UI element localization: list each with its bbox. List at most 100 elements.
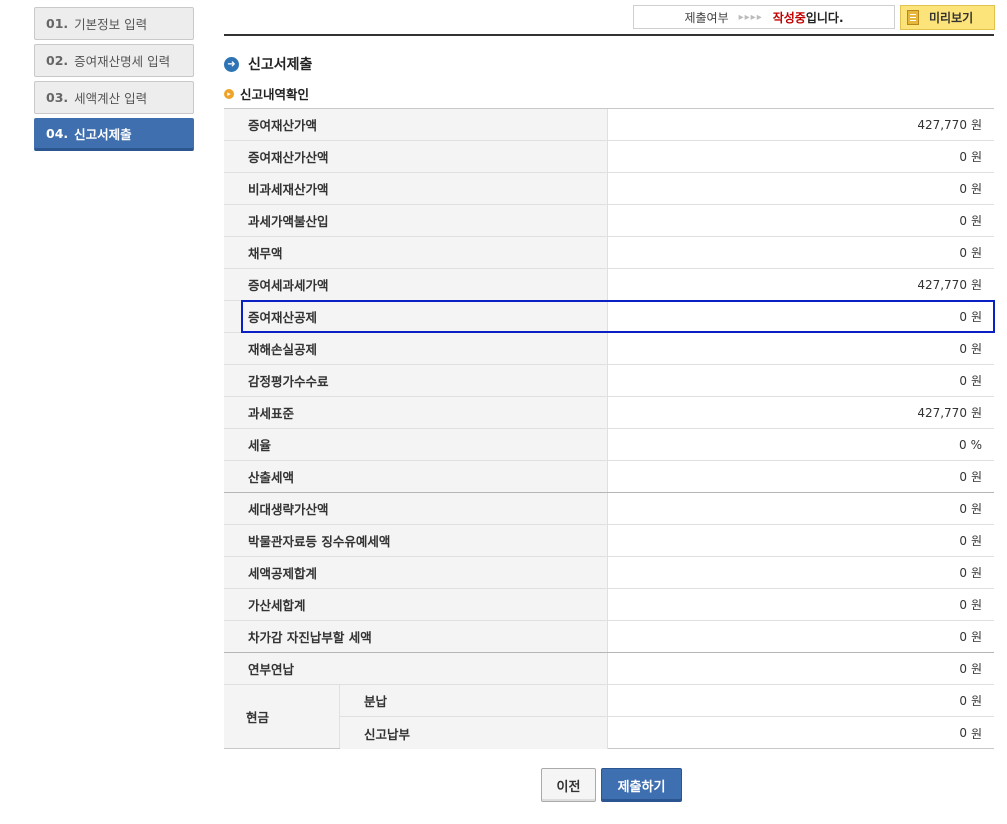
table-row: 감정평가수수료 0원 (224, 365, 994, 397)
table-row: 박물관자료등 징수유예세액 0원 (224, 525, 994, 557)
subsection-title: ▸ 신고내역확인 (224, 84, 309, 103)
row-label: 재해손실공제 (224, 333, 608, 364)
value-unit: 원 (970, 150, 982, 164)
table-row: 과세표준 427,770 원 (224, 397, 994, 429)
value-unit: 원 (970, 470, 982, 484)
table-row: 비과세재산가액 0원 (224, 173, 994, 205)
value-number: 0 (959, 341, 967, 356)
value-unit: 원 (970, 374, 982, 388)
table-row: 증여재산가산액 0원 (224, 141, 994, 173)
value-unit: 원 (970, 310, 982, 324)
table-row: 과세가액불산입 0원 (224, 205, 994, 237)
value-number: 0 (958, 437, 967, 452)
value-unit: 원 (970, 246, 982, 260)
preview-button[interactable]: 미리보기 (900, 5, 995, 30)
row-value: 0원 (608, 141, 994, 172)
row-value: 0원 (608, 621, 994, 652)
row-value: 0원 (608, 301, 994, 332)
step-label: 기본정보 입력 (74, 17, 148, 32)
sidebar-item-gift-property[interactable]: 02. 증여재산명세 입력 (34, 44, 194, 77)
preview-label: 미리보기 (929, 11, 974, 25)
return-summary-table: 증여재산가액 427,770 원 증여재산가산액 0원 비과세재산가액 0원 과세… (224, 108, 994, 749)
subsection-title-text: 신고내역확인 (240, 87, 310, 102)
value-number: 0 (959, 245, 967, 260)
value-number: 0 (959, 501, 967, 516)
table-row: 증여세과세가액 427,770 원 (224, 269, 994, 301)
row-value: 427,770 원 (608, 109, 994, 140)
sidebar-item-tax-calc[interactable]: 03. 세액계산 입력 (34, 81, 194, 114)
prev-button[interactable]: 이전 (541, 768, 596, 802)
bullet-icon: ▸ (224, 88, 234, 99)
table-row: 세율 0% (224, 429, 994, 461)
value-number: 0 (959, 693, 967, 708)
submit-button[interactable]: 제출하기 (601, 768, 682, 802)
value-number: 0 (959, 149, 967, 164)
row-label: 비과세재산가액 (224, 173, 608, 204)
value-number: 0 (959, 565, 967, 580)
step-number: 04. (46, 126, 69, 141)
value-unit: 원 (970, 662, 982, 676)
row-label: 채무액 (224, 237, 608, 268)
table-row: 차가감 자진납부할 세액 0원 (224, 621, 994, 653)
row-label: 연부연납 (224, 653, 608, 684)
value-unit: 원 (970, 182, 982, 196)
top-bar: 제출여부 ▸▸▸▸ 작성중 입니다. 미리보기 (224, 0, 995, 36)
value-number: 0 (959, 469, 967, 484)
sidebar-item-basic-info[interactable]: 01. 기본정보 입력 (34, 7, 194, 40)
row-label: 과세표준 (224, 397, 608, 428)
row-value: 0원 (608, 493, 994, 524)
section-title: ➜ 신고서제출 (224, 54, 312, 74)
row-value: 0원 (608, 653, 994, 684)
row-value: 0원 (608, 525, 994, 556)
document-icon (907, 10, 919, 25)
table-row: 세액공제합계 0원 (224, 557, 994, 589)
value-number: 0 (959, 373, 967, 388)
value-number: 0 (959, 533, 967, 548)
value-unit: 원 (970, 534, 982, 548)
step-label: 신고서제출 (74, 127, 132, 142)
sidebar-item-submit-return[interactable]: 04. 신고서제출 (34, 118, 194, 151)
row-label: 신고납부 (340, 717, 608, 749)
row-value: 427,770 원 (608, 269, 994, 300)
section-title-text: 신고서제출 (248, 57, 313, 73)
value-number: 427,770 (917, 117, 967, 132)
step-label: 증여재산명세 입력 (74, 54, 171, 69)
row-value: 0원 (608, 461, 994, 492)
table-row: 재해손실공제 0원 (224, 333, 994, 365)
table-row: 산출세액 0원 (224, 461, 994, 493)
row-label: 과세가액불산입 (224, 205, 608, 236)
table-row: 증여재산공제 0원 (224, 301, 994, 333)
row-label: 분납 (340, 685, 608, 716)
arrow-circle-icon: ➜ (224, 56, 239, 72)
row-value: 0원 (608, 557, 994, 588)
value-unit: 원 (970, 630, 982, 644)
value-unit: 원 (970, 278, 982, 292)
value-unit: 원 (970, 598, 982, 612)
row-value: 427,770 원 (608, 397, 994, 428)
row-value: 0원 (608, 237, 994, 268)
value-unit: 원 (970, 694, 982, 708)
row-label: 박물관자료등 징수유예세액 (224, 525, 608, 556)
value-number: 427,770 (917, 277, 967, 292)
cash-label: 현금 (224, 685, 340, 748)
row-label: 차가감 자진납부할 세액 (224, 621, 608, 652)
table-row: 가산세합계 0원 (224, 589, 994, 621)
status-state: 작성중 (772, 10, 806, 25)
row-label: 증여재산가산액 (224, 141, 608, 172)
main-content: 제출여부 ▸▸▸▸ 작성중 입니다. 미리보기 ➜ 신고서제출 ▸ 신고내역확인… (224, 0, 995, 749)
value-number: 0 (959, 181, 967, 196)
cash-rows: 분납 0원 신고납부 0원 (340, 685, 994, 749)
row-label: 가산세합계 (224, 589, 608, 620)
submission-status: 제출여부 ▸▸▸▸ 작성중 입니다. (633, 5, 895, 29)
row-value: 0원 (608, 333, 994, 364)
value-number: 0 (959, 726, 967, 740)
row-label: 세율 (224, 429, 608, 460)
value-unit: 원 (970, 566, 982, 580)
value-number: 427,770 (917, 405, 967, 420)
row-label: 감정평가수수료 (224, 365, 608, 396)
value-number: 0 (959, 309, 967, 324)
value-unit: 원 (970, 406, 982, 420)
row-label: 증여재산가액 (224, 109, 608, 140)
row-label: 세대생략가산액 (224, 493, 608, 524)
table-row: 채무액 0원 (224, 237, 994, 269)
